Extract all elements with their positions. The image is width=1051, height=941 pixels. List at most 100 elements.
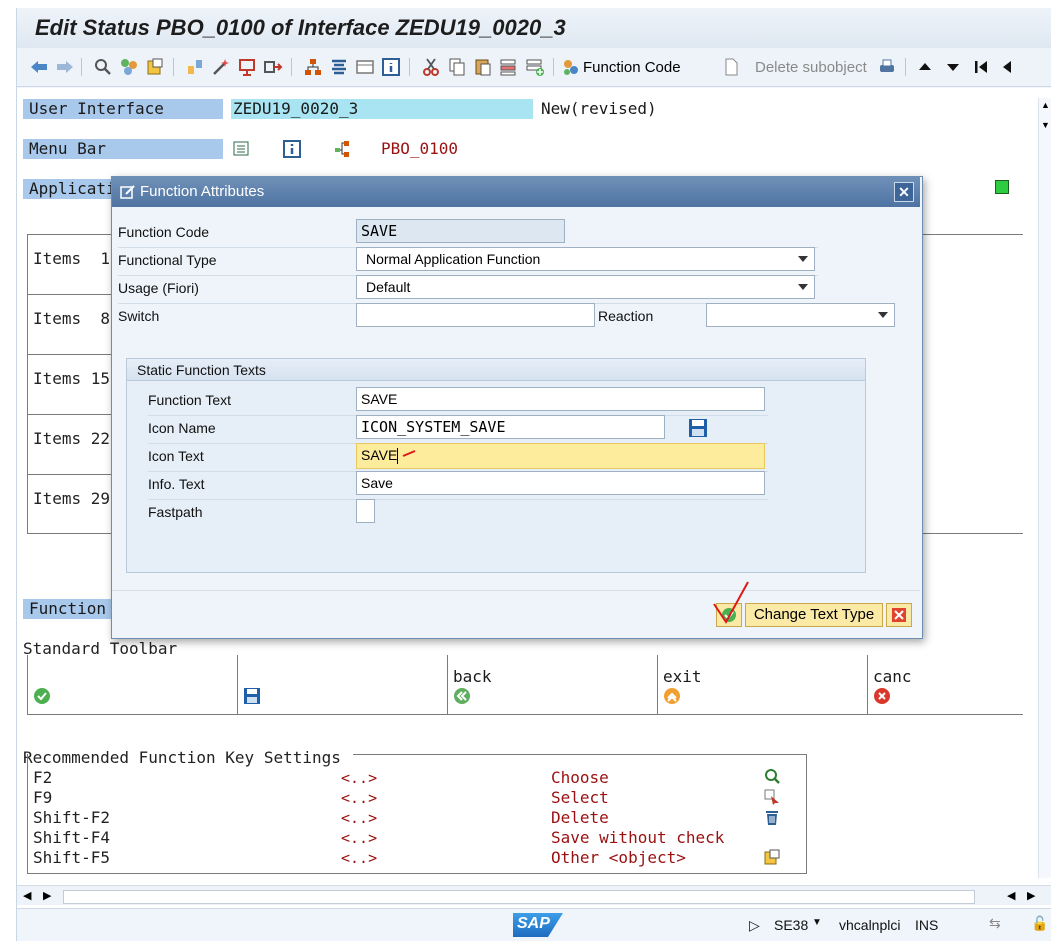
change-text-type-button[interactable]: Change Text Type bbox=[745, 603, 883, 627]
items-row-label: Items 29 bbox=[33, 489, 111, 508]
expand-menu-icon[interactable] bbox=[233, 140, 251, 158]
chevron-down-icon bbox=[798, 284, 808, 290]
info-text-label: Info. Text bbox=[148, 476, 205, 492]
items-field[interactable] bbox=[923, 366, 1023, 386]
horizontal-scrollbar[interactable]: ◀ ▶ ◀ ▶ bbox=[17, 885, 1051, 905]
function-code-button[interactable]: Function Code bbox=[583, 59, 681, 76]
info-icon[interactable] bbox=[283, 140, 301, 158]
first-page-icon[interactable] bbox=[971, 57, 991, 77]
menu-bar-label: Menu Bar bbox=[23, 139, 223, 159]
input-mode[interactable]: INS bbox=[915, 917, 938, 933]
text-cursor bbox=[397, 448, 399, 465]
frame-icon[interactable] bbox=[355, 57, 375, 77]
function-code-field[interactable]: <..> bbox=[341, 788, 541, 807]
where-used-icon[interactable] bbox=[185, 57, 205, 77]
switch-field[interactable] bbox=[356, 303, 595, 327]
function-code-field[interactable]: <..> bbox=[341, 848, 541, 867]
functional-type-dropdown[interactable]: Normal Application Function bbox=[356, 247, 815, 271]
application-toolbar-field[interactable] bbox=[917, 179, 983, 199]
status-expand-icon[interactable]: ▷ bbox=[749, 917, 760, 934]
toolbar-cell[interactable]: back bbox=[453, 667, 653, 687]
transaction-code[interactable]: SE38 bbox=[774, 917, 808, 933]
scrollbar-thumb[interactable] bbox=[63, 890, 975, 904]
info-text-field[interactable]: Save bbox=[356, 471, 765, 495]
usage-fiori-dropdown[interactable]: Default bbox=[356, 275, 815, 299]
scroll-down-icon[interactable] bbox=[943, 57, 963, 77]
function-code-icon[interactable] bbox=[561, 57, 581, 77]
back-arrow-icon[interactable] bbox=[29, 57, 49, 77]
previous-page-icon[interactable] bbox=[997, 57, 1017, 77]
forward-arrow-icon[interactable] bbox=[55, 57, 75, 77]
items-field[interactable] bbox=[923, 306, 1023, 326]
icon-name-field[interactable]: ICON_SYSTEM_SAVE bbox=[356, 415, 665, 439]
magic-wand-icon[interactable] bbox=[211, 57, 231, 77]
window-title: Edit Status PBO_0100 of Interface ZEDU19… bbox=[35, 15, 566, 40]
delete-subobject-button[interactable]: Delete subobject bbox=[755, 59, 867, 76]
scroll-left-icon[interactable]: ◀ bbox=[1007, 889, 1015, 902]
items-field[interactable] bbox=[923, 486, 1023, 506]
vertical-scrollbar[interactable]: ▲ ▼ bbox=[1038, 98, 1051, 878]
cancel-icon bbox=[874, 688, 890, 704]
function-code-field[interactable]: <..> bbox=[341, 828, 541, 847]
function-code-field[interactable]: <..> bbox=[341, 768, 541, 787]
toolbar-cell[interactable] bbox=[243, 667, 443, 687]
hierarchy-icon[interactable] bbox=[333, 140, 351, 158]
reaction-dropdown[interactable] bbox=[706, 303, 895, 327]
display-change-icon[interactable] bbox=[119, 57, 139, 77]
edit-icon bbox=[120, 185, 135, 199]
check-icon bbox=[34, 688, 50, 704]
cancel-button[interactable] bbox=[886, 603, 912, 627]
chevron-down-icon bbox=[878, 312, 888, 318]
menu-bar-field[interactable]: PBO_0100 bbox=[381, 139, 983, 159]
static-function-texts-group: Static Function Texts Function Text SAVE… bbox=[126, 358, 866, 573]
delete-row-icon[interactable] bbox=[499, 57, 519, 77]
scroll-up-icon[interactable]: ▲ bbox=[1041, 100, 1050, 110]
save-icon[interactable] bbox=[688, 418, 708, 438]
static-function-texts-title: Static Function Texts bbox=[137, 362, 266, 378]
dialog-header: Function Attributes ✕ bbox=[112, 177, 920, 207]
function-key: F9 bbox=[33, 788, 53, 807]
choose-icon bbox=[765, 769, 780, 784]
other-object-icon[interactable] bbox=[93, 57, 113, 77]
function-text-field[interactable]: SAVE bbox=[356, 387, 765, 411]
function-text-label: Function Text bbox=[148, 392, 232, 408]
functional-type-label: Functional Type bbox=[118, 252, 217, 268]
function-code-field[interactable]: <..> bbox=[341, 808, 541, 827]
back-icon bbox=[454, 688, 470, 704]
scroll-right-icon[interactable]: ▶ bbox=[43, 889, 51, 902]
status-light-icon bbox=[995, 180, 1009, 194]
scroll-up-icon[interactable] bbox=[915, 57, 935, 77]
insert-object-icon[interactable] bbox=[237, 57, 257, 77]
connection-icon: ⇆ bbox=[989, 915, 1001, 931]
scroll-left-icon[interactable]: ◀ bbox=[23, 889, 31, 902]
document-icon[interactable] bbox=[721, 57, 741, 77]
fastpath-field[interactable] bbox=[356, 499, 375, 523]
function-attributes-dialog: Function Attributes ✕ Function Code SAVE… bbox=[111, 176, 923, 639]
insert-row-icon[interactable] bbox=[525, 57, 545, 77]
scroll-right-icon[interactable]: ▶ bbox=[1027, 889, 1035, 902]
layout-icon[interactable] bbox=[329, 57, 349, 77]
transport-icon[interactable] bbox=[263, 57, 283, 77]
hierarchy-icon[interactable] bbox=[303, 57, 323, 77]
user-interface-field[interactable]: ZEDU19_0020_3 bbox=[231, 99, 533, 119]
copy-icon[interactable] bbox=[447, 57, 467, 77]
scroll-down-icon[interactable]: ▼ bbox=[1041, 120, 1050, 130]
switch-label: Switch bbox=[118, 308, 160, 324]
items-field[interactable] bbox=[923, 426, 1023, 446]
info-icon[interactable] bbox=[381, 57, 401, 77]
paste-icon[interactable] bbox=[473, 57, 493, 77]
close-icon[interactable]: ✕ bbox=[894, 182, 914, 202]
function-keys-field[interactable] bbox=[923, 599, 983, 619]
toolbar-cell[interactable]: canc bbox=[873, 667, 1023, 687]
toolbar-cell[interactable]: exit bbox=[663, 667, 863, 687]
function-key: Shift-F5 bbox=[33, 848, 111, 867]
toolbar-cell[interactable] bbox=[33, 667, 233, 687]
print-icon[interactable] bbox=[877, 57, 897, 77]
icon-text-label: Icon Text bbox=[148, 448, 204, 464]
usage-fiori-label: Usage (Fiori) bbox=[118, 280, 199, 296]
cut-icon[interactable] bbox=[421, 57, 441, 77]
transaction-dropdown-icon[interactable]: ▼ bbox=[812, 917, 822, 928]
items-field[interactable] bbox=[923, 246, 1023, 266]
activate-icon[interactable] bbox=[145, 57, 165, 77]
function-key: Shift-F2 bbox=[33, 808, 111, 827]
